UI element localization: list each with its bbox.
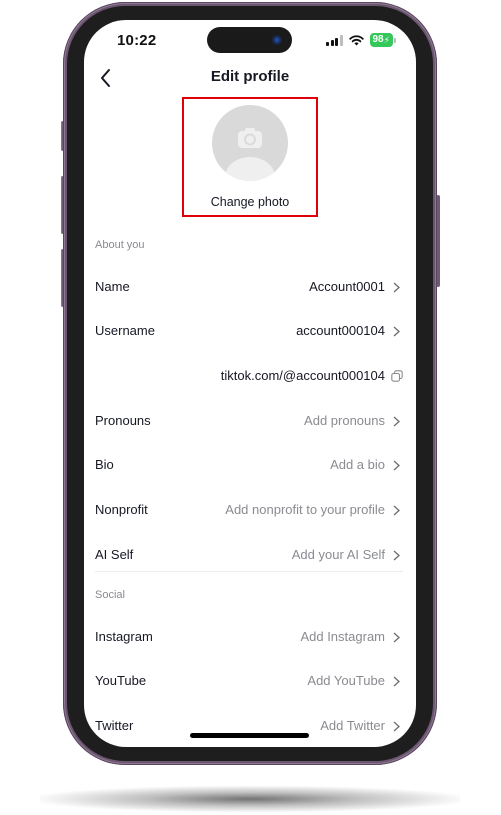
battery-nub — [393, 37, 396, 43]
phone-shadow — [40, 786, 460, 812]
avatar[interactable] — [212, 105, 288, 181]
section-divider — [95, 571, 403, 572]
row-value: account000104 — [296, 323, 385, 338]
row-label: Bio — [95, 457, 114, 472]
chevron-right-icon — [393, 550, 400, 561]
row-instagram[interactable]: Instagram Add Instagram — [84, 622, 416, 652]
row-value: Add nonprofit to your profile — [225, 502, 385, 517]
dynamic-island — [207, 27, 292, 53]
row-value: Add pronouns — [304, 413, 385, 428]
chevron-right-icon — [393, 721, 400, 732]
battery-charging-icon: 98 ⚡ — [369, 33, 393, 47]
wifi-icon — [348, 34, 364, 45]
row-label: Twitter — [95, 718, 134, 733]
row-value: Add Instagram — [300, 629, 385, 644]
front-camera-icon — [272, 35, 282, 45]
camera-icon — [238, 128, 262, 148]
profile-link: tiktok.com/@account000104 — [220, 368, 385, 383]
battery-level: 98 — [372, 34, 384, 45]
row-pronouns[interactable]: Pronouns Add pronouns — [84, 406, 416, 436]
chevron-right-icon — [393, 326, 400, 337]
chevron-right-icon — [393, 460, 400, 471]
row-bio[interactable]: Bio Add a bio — [84, 450, 416, 480]
chevron-right-icon — [393, 632, 400, 643]
section-label-about: About you — [95, 239, 145, 251]
row-value: Add a bio — [330, 457, 385, 472]
row-label: Username — [95, 323, 155, 338]
avatar-silhouette — [225, 157, 275, 181]
chevron-right-icon — [393, 676, 400, 687]
page-title: Edit profile — [210, 68, 290, 85]
cellular-signal-icon — [326, 34, 343, 46]
status-time: 10:22 — [117, 32, 157, 49]
row-nonprofit[interactable]: Nonprofit Add nonprofit to your profile — [84, 495, 416, 525]
row-label: AI Self — [95, 547, 134, 562]
row-label: Pronouns — [95, 413, 151, 428]
row-label: Instagram — [95, 629, 153, 644]
header: Edit profile — [84, 64, 416, 92]
row-label: Name — [95, 279, 130, 294]
change-photo-area[interactable]: Change photo — [182, 97, 318, 217]
row-value: Add your AI Self — [291, 547, 385, 562]
phone-frame: 10:22 98 ⚡ Edit profile Change photo Abo… — [63, 2, 437, 765]
status-indicators: 98 ⚡ — [326, 33, 396, 47]
row-label: YouTube — [95, 673, 147, 688]
row-username[interactable]: Username account000104 — [84, 316, 416, 346]
change-photo-label[interactable]: Change photo — [184, 195, 316, 209]
row-ai-self[interactable]: AI Self Add your AI Self — [84, 540, 416, 570]
chevron-right-icon — [393, 282, 400, 293]
row-value: Add YouTube — [307, 673, 385, 688]
row-profile-link[interactable]: tiktok.com/@account000104 — [84, 361, 416, 391]
row-label: Nonprofit — [95, 502, 148, 517]
row-name[interactable]: Name Account0001 — [84, 272, 416, 302]
row-value: Add Twitter — [320, 718, 385, 733]
copy-icon[interactable] — [391, 370, 403, 382]
chevron-right-icon — [393, 505, 400, 516]
home-indicator[interactable] — [190, 733, 309, 738]
phone-screen: 10:22 98 ⚡ Edit profile Change photo Abo… — [84, 20, 416, 747]
section-label-social: Social — [95, 589, 125, 601]
row-value: Account0001 — [309, 279, 385, 294]
row-youtube[interactable]: YouTube Add YouTube — [84, 666, 416, 696]
chevron-right-icon — [393, 416, 400, 427]
